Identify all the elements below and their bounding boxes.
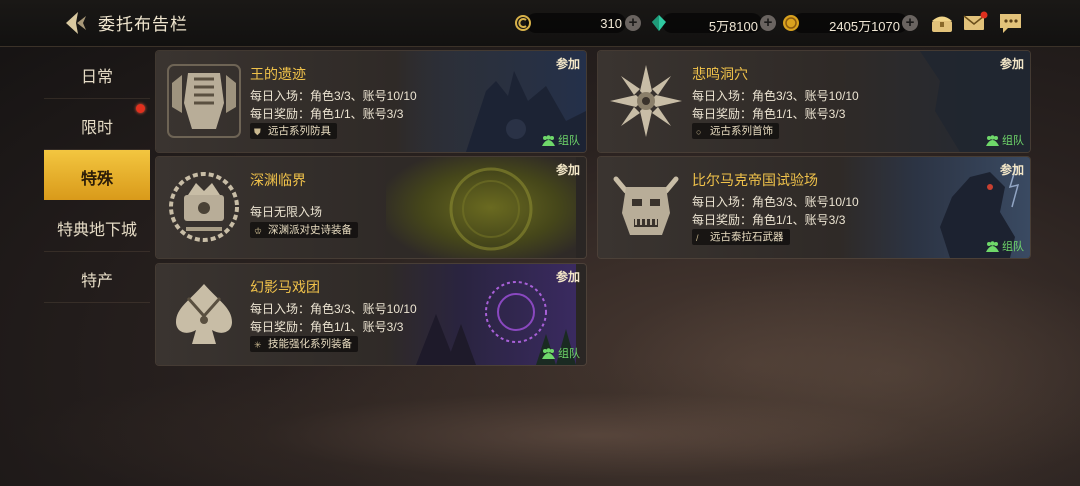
card-title: 比尔马克帝国试验场	[692, 172, 818, 188]
card-title: 幻影马戏团	[250, 279, 320, 295]
reward-tag: ⛊ 远古系列防具	[250, 123, 337, 139]
dungeon-art	[386, 157, 576, 258]
currency-crystal-value: 5万8100	[708, 19, 758, 34]
team-label: 组队	[558, 135, 580, 147]
team-label: 组队	[558, 348, 580, 360]
add-gold-button[interactable]: +	[902, 15, 918, 31]
dungeon-card-kings-relic[interactable]: 王的遗迹 每日入场：角色3/3、账号10/10 每日奖励：角色1/1、账号3/3…	[156, 51, 586, 152]
wailing-cave-emblem-icon	[610, 65, 682, 137]
coin-c-icon	[514, 14, 532, 32]
category-sidebar: 日常 限时 特殊 特典地下城 特产	[44, 48, 154, 308]
join-button[interactable]: 参加	[556, 268, 580, 285]
dungeon-card-phantom-circus[interactable]: 幻影马戏团 每日入场：角色3/3、账号10/10 每日奖励：角色1/1、账号3/…	[156, 264, 586, 365]
join-button[interactable]: 参加	[1000, 55, 1024, 72]
add-crystal-button[interactable]: +	[760, 15, 776, 31]
currency-crystal: 5万8100 +	[650, 10, 780, 36]
team-indicator: 组队	[986, 132, 1024, 148]
dungeon-card-abyss-threshold[interactable]: 深渊临界 每日无限入场 ♔ 深渊派对史诗装备 参加	[156, 157, 586, 258]
card-entry-info: 每日入场：角色3/3、账号10/10	[692, 89, 859, 103]
currency-gold: 2405万1070 +	[782, 10, 922, 36]
card-reward-info: 每日奖励：角色1/1、账号3/3	[692, 107, 846, 121]
dungeon-card-wailing-cave[interactable]: 悲鸣洞穴 每日入场：角色3/3、账号10/10 每日奖励：角色1/1、账号3/3…	[598, 51, 1030, 152]
bilmark-emblem-icon	[613, 176, 679, 235]
reward-tag-label: 远古系列防具	[268, 125, 331, 137]
back-arrow-icon[interactable]	[60, 8, 90, 38]
crystal-icon	[650, 14, 668, 32]
weapon-icon: /	[696, 233, 699, 243]
kings-relic-emblem-icon	[167, 64, 241, 138]
reward-tag: ○ 远古系列首饰	[692, 123, 779, 139]
card-reward-info: 每日奖励：角色1/1、账号3/3	[692, 213, 846, 227]
top-bar: 委托布告栏 310 + 5万8100 + 2405万1070 +	[0, 0, 1080, 47]
armor-icon: ⛊	[254, 127, 261, 137]
tab-specialty-label: 特产	[80, 273, 113, 290]
gold-coin-icon	[782, 14, 800, 32]
notification-dot	[136, 104, 145, 113]
mail-icon[interactable]	[962, 10, 988, 36]
reward-tag: / 远古泰拉石武器	[692, 229, 790, 245]
card-entry-info: 每日入场：角色3/3、账号10/10	[250, 302, 417, 316]
skill-gear-icon: ✳	[254, 340, 262, 350]
party-icon	[986, 241, 999, 252]
epic-gear-icon: ♔	[254, 226, 263, 236]
tab-daily[interactable]: 日常	[44, 48, 150, 99]
party-icon	[542, 348, 555, 359]
join-button[interactable]: 参加	[1000, 161, 1024, 178]
card-title: 深渊临界	[250, 172, 306, 188]
tab-special[interactable]: 特殊	[44, 150, 150, 200]
card-entry-info: 每日入场：角色3/3、账号10/10	[692, 195, 859, 209]
team-indicator: 组队	[542, 345, 580, 361]
card-reward-info: 每日奖励：角色1/1、账号3/3	[250, 107, 404, 121]
tab-limited-label: 限时	[80, 120, 113, 137]
tab-special-dungeon[interactable]: 特典地下城	[44, 201, 150, 252]
card-reward-info: 每日奖励：角色1/1、账号3/3	[250, 320, 404, 334]
join-button[interactable]: 参加	[556, 161, 580, 178]
phantom-circus-emblem-icon	[176, 284, 232, 344]
reward-tag-label: 技能强化系列装备	[268, 338, 352, 350]
team-label: 组队	[1002, 135, 1024, 147]
reward-tag: ♔ 深渊派对史诗装备	[250, 222, 358, 238]
tab-specialty[interactable]: 特产	[44, 252, 150, 303]
currency-gold-value: 2405万1070	[829, 19, 900, 34]
tab-daily-label: 日常	[80, 69, 113, 86]
team-indicator: 组队	[986, 238, 1024, 254]
party-icon	[542, 135, 555, 146]
currency-c: 310 +	[512, 10, 642, 36]
reward-tag: ✳ 技能强化系列装备	[250, 336, 358, 352]
tab-special-label: 特殊	[80, 171, 113, 188]
page-title: 委托布告栏	[98, 15, 188, 34]
join-button[interactable]: 参加	[556, 55, 580, 72]
card-title: 王的遗迹	[250, 66, 306, 82]
abyss-emblem-icon	[169, 172, 239, 242]
team-label: 组队	[1002, 241, 1024, 253]
currency-c-value: 310	[600, 16, 622, 31]
tab-special-dungeon-label: 特典地下城	[56, 222, 137, 239]
reward-tag-label: 深渊派对史诗装备	[268, 224, 352, 236]
party-icon	[986, 135, 999, 146]
team-indicator: 组队	[542, 132, 580, 148]
card-title: 悲鸣洞穴	[692, 66, 748, 82]
tab-limited[interactable]: 限时	[44, 99, 150, 150]
chat-icon[interactable]	[998, 10, 1024, 36]
reward-tag-label: 远古泰拉石武器	[710, 231, 784, 243]
background-glow	[600, 260, 1080, 486]
dungeon-card-bilmark-testing-ground[interactable]: 比尔马克帝国试验场 每日入场：角色3/3、账号10/10 每日奖励：角色1/1、…	[598, 157, 1030, 258]
add-currency-c-button[interactable]: +	[625, 15, 641, 31]
treasure-box-icon[interactable]	[929, 10, 955, 36]
reward-tag-label: 远古系列首饰	[710, 125, 773, 137]
card-entry-info: 每日入场：角色3/3、账号10/10	[250, 89, 417, 103]
ring-icon: ○	[696, 127, 702, 137]
card-entry-info: 每日无限入场	[250, 205, 323, 219]
